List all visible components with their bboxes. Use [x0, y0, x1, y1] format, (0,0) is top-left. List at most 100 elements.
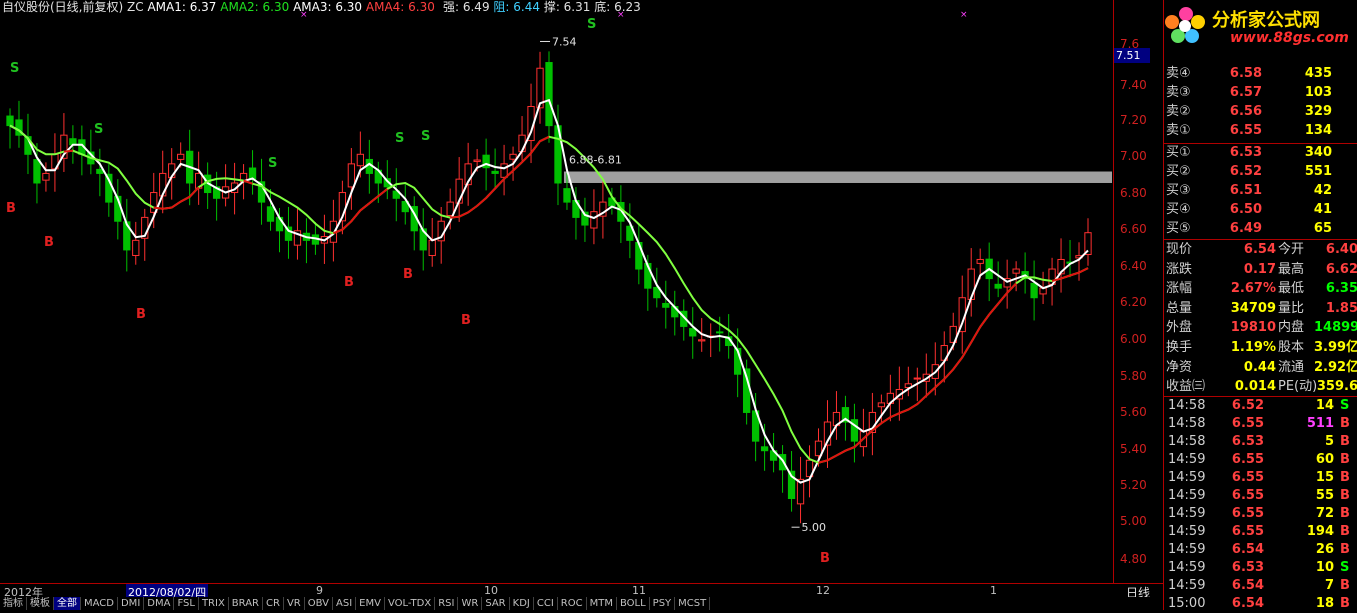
tick-price: 6.55: [1231, 470, 1264, 485]
price-tick: 6.00: [1120, 332, 1147, 346]
order-sell-row[interactable]: 卖② 6.56 329: [1164, 102, 1357, 121]
quote-value: 6.54: [1243, 242, 1276, 257]
tab-psy[interactable]: PSY: [650, 597, 676, 610]
tab-macd[interactable]: MACD: [81, 597, 118, 610]
candle-body: [42, 172, 50, 181]
tab-kdj[interactable]: KDJ: [510, 597, 534, 610]
tick-row[interactable]: 14:58 6.52 14 S: [1164, 397, 1357, 415]
candle-body: [6, 115, 14, 127]
tick-price: 6.55: [1231, 524, 1264, 539]
tick-row[interactable]: 14:59 6.54 7 B: [1164, 577, 1357, 595]
tick-time: 14:59: [1168, 488, 1206, 503]
tick-row[interactable]: 14:59 6.55 60 B: [1164, 451, 1357, 469]
order-volume: 551: [1304, 164, 1332, 179]
tick-row[interactable]: 14:59 6.53 10 S: [1164, 559, 1357, 577]
price-tick: 6.80: [1120, 186, 1147, 200]
candle-body: [96, 168, 104, 174]
tick-price: 6.53: [1231, 560, 1264, 575]
tab-mcst[interactable]: MCST: [675, 597, 711, 610]
tab-模板[interactable]: 模板: [27, 597, 54, 610]
indicator-tabs: 指标 模板 全部 MACD DMI DMA FSL TRIX BRAR CR VR OBV ASI EMV…: [0, 597, 1163, 610]
price-tick: 6.20: [1120, 295, 1147, 309]
tab-cr[interactable]: CR: [263, 597, 284, 610]
tab-wr[interactable]: WR: [458, 597, 483, 610]
tick-price: 6.53: [1231, 434, 1264, 449]
candle-body: [1012, 268, 1020, 274]
candle-body: [177, 153, 185, 160]
order-price: 6.57: [1229, 85, 1262, 100]
order-volume: 41: [1313, 202, 1332, 217]
quote-value: 359.6: [1316, 379, 1357, 395]
quote-value: 19810: [1230, 320, 1276, 336]
quote-row: 现价 6.54 今开 6.40: [1164, 240, 1357, 259]
tick-qty: 15: [1315, 470, 1334, 485]
tick-qty: 60: [1315, 452, 1334, 467]
tick-row[interactable]: 14:59 6.55 194 B: [1164, 523, 1357, 541]
order-buy-row[interactable]: 买⑤ 6.49 65: [1164, 219, 1357, 238]
tick-qty: 194: [1306, 524, 1334, 539]
tick-side: B: [1340, 524, 1350, 539]
candle-body: [689, 328, 697, 337]
tick-row[interactable]: 14:59 6.55 15 B: [1164, 469, 1357, 487]
tab-指标[interactable]: 指标: [0, 597, 27, 610]
signal-b: B: [344, 275, 354, 290]
marker-icon: ×: [300, 10, 308, 20]
tick-qty: 26: [1315, 542, 1334, 557]
current-price-tag: 7.51: [1114, 48, 1150, 63]
tick-row[interactable]: 14:58 6.53 5 B: [1164, 433, 1357, 451]
order-volume: 103: [1304, 85, 1332, 100]
tick-row[interactable]: 14:59 6.54 26 B: [1164, 541, 1357, 559]
quote-row: 收益㈢ 0.014 PE(动) 359.6: [1164, 377, 1357, 396]
order-sell-row[interactable]: 卖④ 6.58 435: [1164, 64, 1357, 83]
order-buy-row[interactable]: 买③ 6.51 42: [1164, 181, 1357, 200]
tick-side: B: [1340, 506, 1350, 521]
tab-obv[interactable]: OBV: [305, 597, 333, 610]
tab-emv[interactable]: EMV: [356, 597, 385, 610]
quote-value: 34709: [1230, 300, 1276, 316]
tab-rsi[interactable]: RSI: [435, 597, 459, 610]
tick-row[interactable]: 15:00 6.54 18 B: [1164, 595, 1357, 613]
tab-boll[interactable]: BOLL: [617, 597, 650, 610]
tick-time: 14:59: [1168, 452, 1206, 467]
tab-fsl[interactable]: FSL: [174, 597, 199, 610]
marker-icon: ×: [617, 10, 625, 20]
month-12: 12: [816, 584, 830, 597]
tab-roc[interactable]: ROC: [558, 597, 587, 610]
tab-asi[interactable]: ASI: [333, 597, 357, 610]
tick-row[interactable]: 14:59 6.55 55 B: [1164, 487, 1357, 505]
kline-chart[interactable]: 自仪股份(日线,前复权) ZC AMA1: 6.37 AMA2: 6.30 AM…: [0, 0, 1113, 583]
order-price: 6.58: [1229, 66, 1262, 81]
tick-qty: 7: [1324, 578, 1334, 593]
tick-row[interactable]: 14:58 6.55 511 B: [1164, 415, 1357, 433]
quote-value: 2.92亿: [1314, 359, 1357, 375]
logo-url[interactable]: www.88gs.com: [1230, 30, 1349, 46]
order-sell-row[interactable]: 卖① 6.55 134: [1164, 121, 1357, 140]
tab-dmi[interactable]: DMI: [118, 597, 145, 610]
tab-dma[interactable]: DMA: [144, 597, 175, 610]
order-label: 卖②: [1166, 104, 1191, 119]
tab-全部[interactable]: 全部: [54, 597, 81, 610]
order-buy-row[interactable]: 买① 6.53 340: [1164, 143, 1357, 162]
quote-value: 6.62: [1325, 261, 1357, 277]
tab-vr[interactable]: VR: [284, 597, 305, 610]
order-price: 6.51: [1229, 183, 1262, 198]
order-sell-row[interactable]: 卖③ 6.57 103: [1164, 83, 1357, 102]
quote-value: 0.17: [1243, 261, 1276, 277]
order-buy-row[interactable]: 买② 6.52 551: [1164, 162, 1357, 181]
quote-row: 涨跌 0.17 最高 6.62: [1164, 260, 1357, 279]
tab-brar[interactable]: BRAR: [229, 597, 263, 610]
tab-vol-tdx[interactable]: VOL-TDX: [385, 597, 436, 610]
tab-trix[interactable]: TRIX: [199, 597, 229, 610]
signal-b: B: [820, 551, 830, 566]
tick-side: B: [1340, 452, 1350, 467]
order-buy-row[interactable]: 买④ 6.50 41: [1164, 200, 1357, 219]
tab-sar[interactable]: SAR: [482, 597, 510, 610]
tick-qty: 14: [1315, 398, 1334, 413]
tab-cci[interactable]: CCI: [534, 597, 558, 610]
tab-mtm[interactable]: MTM: [587, 597, 617, 610]
quote-row: 涨幅 2.67% 最低 6.35: [1164, 279, 1357, 298]
tick-time: 14:59: [1168, 578, 1206, 593]
tick-row[interactable]: 14:59 6.55 72 B: [1164, 505, 1357, 523]
ama-up-segment: [63, 135, 1089, 464]
tick-side: B: [1340, 578, 1350, 593]
